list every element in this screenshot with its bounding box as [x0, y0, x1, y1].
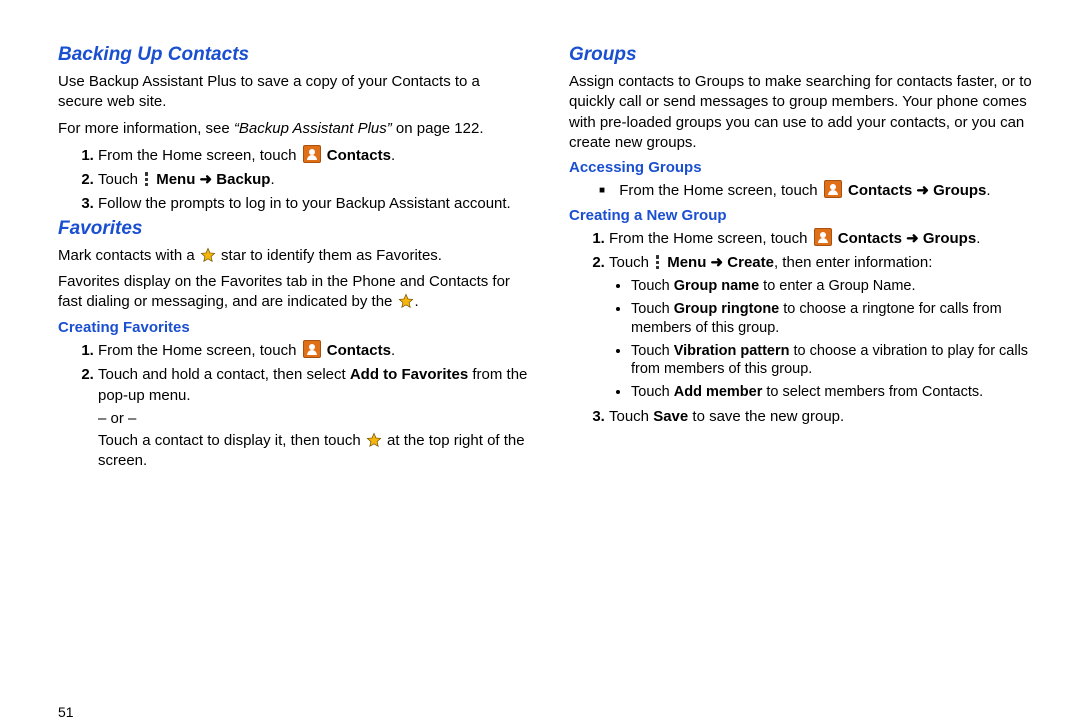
heading-accessing-groups: Accessing Groups — [569, 159, 1040, 176]
contacts-icon — [303, 340, 321, 358]
contacts-icon — [824, 180, 842, 198]
right-column: Groups Assign contacts to Groups to make… — [569, 40, 1040, 720]
creating-favorites-steps: From the Home screen, touch Contacts. To… — [58, 340, 529, 406]
groups-desc: Assign contacts to Groups to make search… — [569, 72, 1040, 153]
b4: Touch Add member to select members from … — [631, 383, 1040, 402]
favorites-p1: Mark contacts with a star to identify th… — [58, 246, 529, 266]
accessing-groups-list: From the Home screen, touch Contacts ➜ G… — [569, 180, 1040, 201]
heading-groups: Groups — [569, 44, 1040, 66]
menu-icon — [654, 255, 664, 269]
favorites-p2: Favorites display on the Favorites tab i… — [58, 272, 529, 313]
heading-creating-group: Creating a New Group — [569, 207, 1040, 224]
star-icon — [366, 432, 382, 448]
page-number: 51 — [58, 704, 74, 720]
info-bullets: Touch Group name to enter a Group Name. … — [609, 277, 1040, 402]
cg-step-1: From the Home screen, touch Contacts ➜ G… — [609, 228, 1040, 249]
step-1: From the Home screen, touch Contacts. — [98, 145, 529, 166]
contacts-icon — [814, 228, 832, 246]
star-icon — [200, 247, 216, 263]
creating-group-steps: From the Home screen, touch Contacts ➜ G… — [569, 228, 1040, 427]
accessing-line: From the Home screen, touch Contacts ➜ G… — [599, 180, 1040, 201]
b1: Touch Group name to enter a Group Name. — [631, 277, 1040, 296]
step-3: Follow the prompts to log in to your Bac… — [98, 193, 529, 214]
backing-up-steps: From the Home screen, touch Contacts. To… — [58, 145, 529, 214]
star-icon — [398, 293, 414, 309]
contacts-icon — [303, 145, 321, 163]
left-column: Backing Up Contacts Use Backup Assistant… — [58, 40, 529, 720]
b2: Touch Group ringtone to choose a rington… — [631, 300, 1040, 338]
heading-favorites: Favorites — [58, 218, 529, 240]
or-separator: – or – — [58, 410, 529, 427]
menu-icon — [143, 172, 153, 186]
fav-step-1: From the Home screen, touch Contacts. — [98, 340, 529, 361]
backing-up-ref: For more information, see “Backup Assist… — [58, 119, 529, 139]
fav-alt: Touch a contact to display it, then touc… — [58, 431, 529, 472]
backing-up-desc: Use Backup Assistant Plus to save a copy… — [58, 72, 529, 113]
cg-step-3: Touch Save to save the new group. — [609, 406, 1040, 427]
step-2: Touch Menu ➜ Backup. — [98, 169, 529, 190]
heading-backing-up: Backing Up Contacts — [58, 44, 529, 66]
fav-step-2: Touch and hold a contact, then select Ad… — [98, 364, 529, 406]
heading-creating-favorites: Creating Favorites — [58, 319, 529, 336]
manual-page: Backing Up Contacts Use Backup Assistant… — [0, 0, 1080, 720]
b3: Touch Vibration pattern to choose a vibr… — [631, 342, 1040, 380]
cg-step-2: Touch Menu ➜ Create, then enter informat… — [609, 252, 1040, 402]
